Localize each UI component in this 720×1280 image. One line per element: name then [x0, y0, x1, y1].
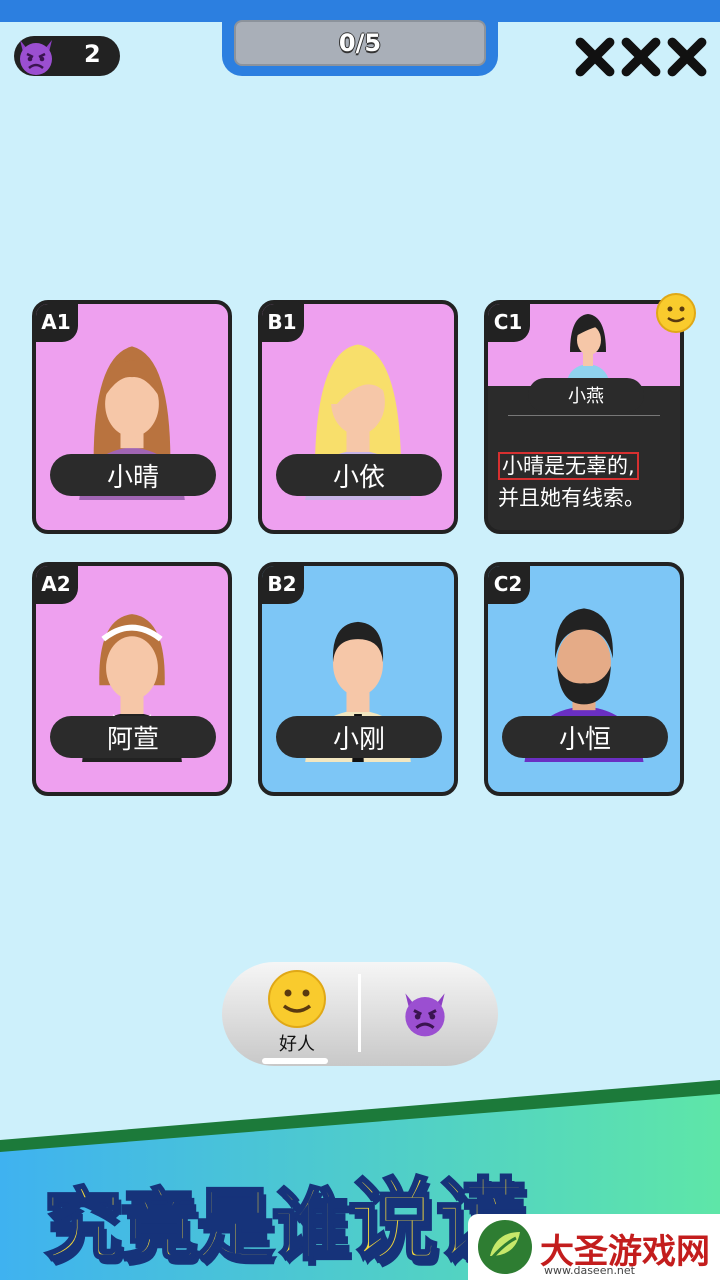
- selected-indicator: [262, 1058, 328, 1064]
- smiley-icon: [268, 970, 326, 1028]
- role-chooser: 好人: [222, 962, 498, 1066]
- chooser-divider: [358, 974, 361, 1052]
- character-name: 小燕: [528, 378, 644, 412]
- smiley-icon: [656, 293, 696, 333]
- character-card-a2[interactable]: A2 阿萱: [32, 562, 232, 796]
- devil-counter: 2: [14, 36, 120, 76]
- progress-text: 0/5: [234, 20, 486, 66]
- devil-count: 2: [84, 40, 101, 68]
- watermark-url: www.daseen.net: [544, 1264, 635, 1277]
- statement-text: 小晴是无辜的, 并且她有线索。: [498, 450, 645, 514]
- short-hair-woman-avatar-icon: [566, 314, 610, 386]
- card-id-tag: C1: [488, 304, 530, 342]
- good-person-button[interactable]: 好人: [262, 968, 332, 1056]
- character-card-b1[interactable]: B1 小依: [258, 300, 458, 534]
- promo-title: 究竟是谁说谎: [42, 1148, 527, 1278]
- character-name: 小恒: [502, 716, 668, 758]
- good-person-label: 好人: [279, 1034, 315, 1055]
- statement-highlight: 小晴是无辜的,: [498, 452, 639, 480]
- card-id-tag: A2: [36, 566, 78, 604]
- character-name: 小依: [276, 454, 442, 496]
- statement-rest: 并且她有线索。: [498, 486, 645, 510]
- lives-indicator: [574, 36, 708, 78]
- card-id-tag: A1: [36, 304, 78, 342]
- site-watermark: 大圣游戏网 www.daseen.net: [468, 1214, 720, 1280]
- character-card-c2[interactable]: C2 小恒: [484, 562, 684, 796]
- divider: [508, 415, 660, 416]
- character-name: 阿萱: [50, 716, 216, 758]
- card-id-tag: B1: [262, 304, 304, 342]
- character-name: 小刚: [276, 716, 442, 758]
- x-mark-icon: [621, 37, 661, 77]
- character-card-b2[interactable]: B2 小刚: [258, 562, 458, 796]
- devil-emoji-icon: [405, 993, 445, 1037]
- x-mark-icon: [667, 37, 707, 77]
- x-mark-icon: [575, 37, 615, 77]
- progress-tab: 0/5: [222, 14, 498, 76]
- liar-button[interactable]: [398, 986, 452, 1044]
- card-id-tag: C2: [488, 566, 530, 604]
- character-card-a1[interactable]: A1 小晴: [32, 300, 232, 534]
- promo-title-part1: 究竟是谁: [42, 1180, 351, 1273]
- card-id-tag: B2: [262, 566, 304, 604]
- character-card-c1[interactable]: C1 小燕 小晴是无辜的, 并且她有线索。: [484, 300, 684, 534]
- site-logo-icon: [478, 1220, 532, 1274]
- devil-emoji-icon: [14, 34, 58, 82]
- character-name: 小晴: [50, 454, 216, 496]
